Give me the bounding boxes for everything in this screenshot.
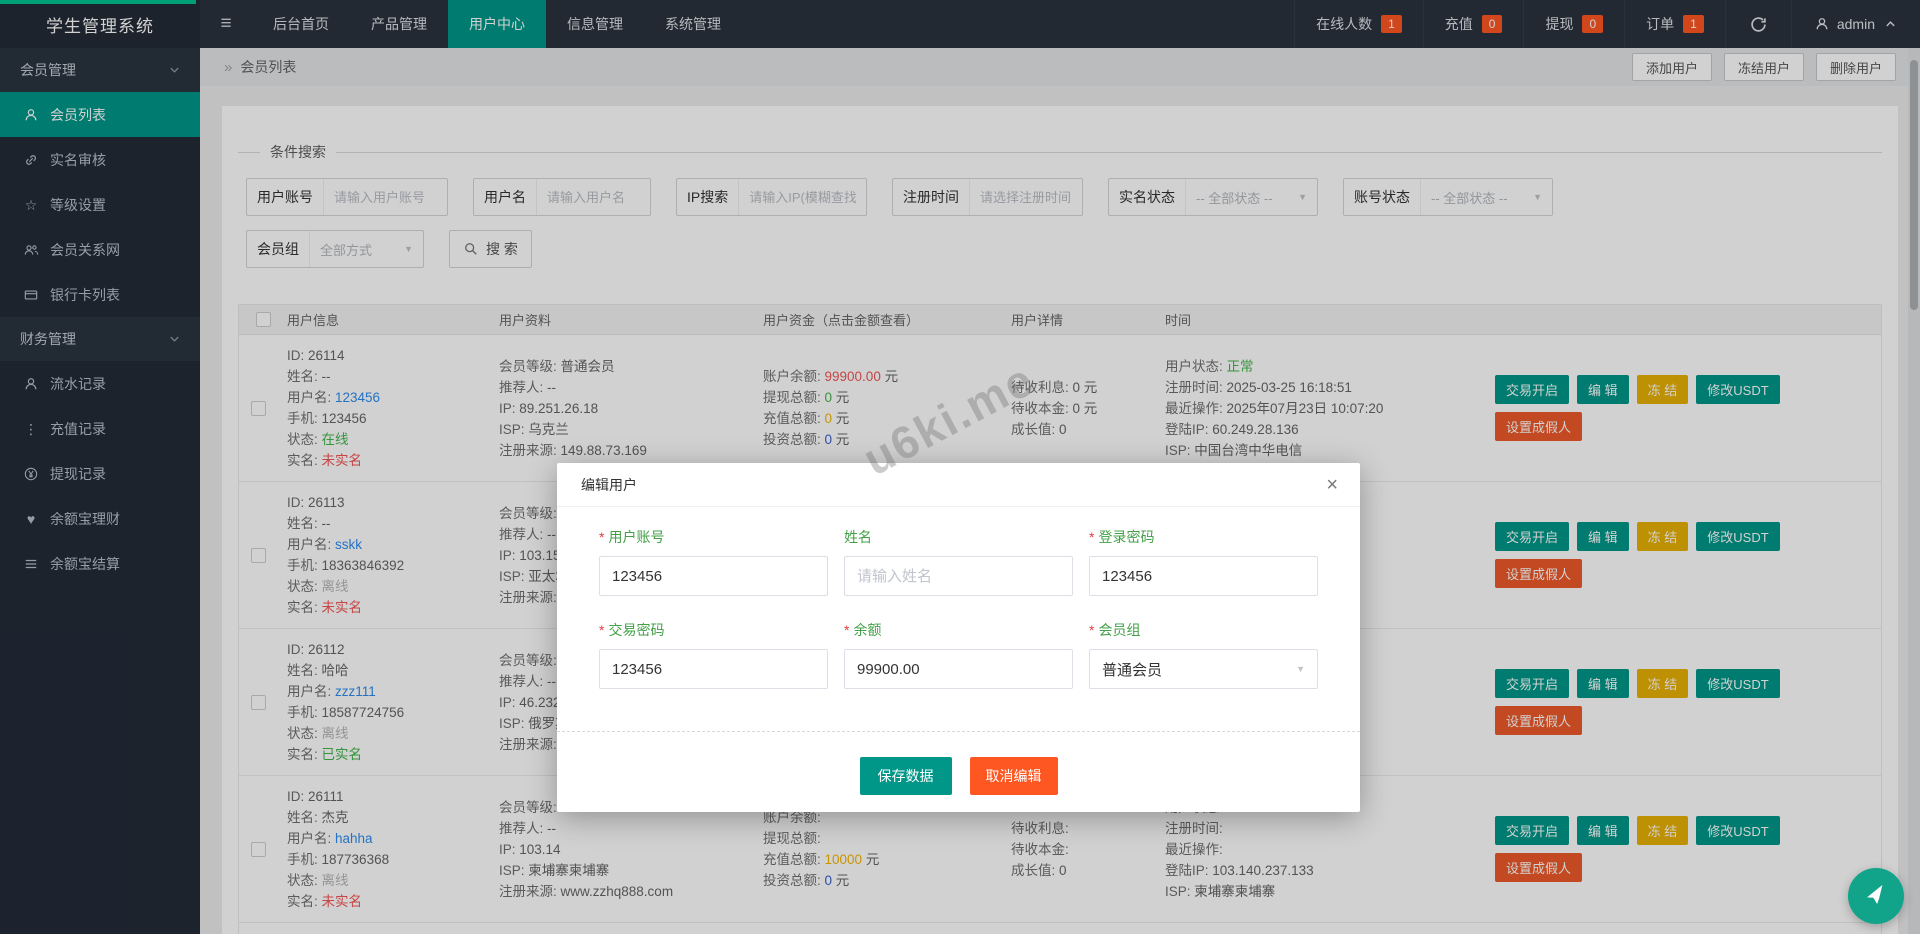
modal-body: *用户账号姓名*登录密码*交易密码*余额*会员组普通会员▼ bbox=[557, 507, 1360, 689]
required-asterisk: * bbox=[844, 622, 849, 638]
modal-field-label: 用户账号 bbox=[608, 529, 664, 545]
modal-field-labelrow: *会员组 bbox=[1089, 620, 1318, 640]
name-field[interactable] bbox=[844, 556, 1073, 596]
select-value: 普通会员 bbox=[1102, 659, 1162, 680]
modal-footer: 保存数据 取消编辑 bbox=[557, 732, 1360, 809]
save-button[interactable]: 保存数据 bbox=[860, 757, 952, 795]
modal-field-labelrow: *用户账号 bbox=[599, 527, 828, 547]
login-password-field[interactable] bbox=[1089, 556, 1318, 596]
modal-field-labelrow: *交易密码 bbox=[599, 620, 828, 640]
cancel-button[interactable]: 取消编辑 bbox=[970, 757, 1058, 795]
modal-field: *用户账号 bbox=[599, 527, 828, 596]
floating-action-button[interactable] bbox=[1848, 868, 1904, 924]
required-asterisk: * bbox=[599, 622, 604, 638]
balance-field[interactable] bbox=[844, 649, 1073, 689]
modal-field-labelrow: *登录密码 bbox=[1089, 527, 1318, 547]
modal-field: *登录密码 bbox=[1089, 527, 1318, 596]
member-group-select[interactable]: 普通会员 ▼ bbox=[1089, 649, 1318, 689]
modal-field-labelrow: *余额 bbox=[844, 620, 1073, 640]
modal-field-label: 会员组 bbox=[1098, 622, 1140, 638]
modal-field-label: 余额 bbox=[853, 622, 881, 638]
close-icon[interactable]: × bbox=[1326, 475, 1338, 495]
modal-title: 编辑用户 bbox=[581, 475, 637, 495]
required-asterisk: * bbox=[1089, 622, 1094, 638]
trade-password-field[interactable] bbox=[599, 649, 828, 689]
send-icon bbox=[1864, 884, 1888, 908]
modal-header: 编辑用户 × bbox=[557, 463, 1360, 507]
modal-field: 姓名 bbox=[844, 527, 1073, 596]
modal-field-label: 登录密码 bbox=[1098, 529, 1154, 545]
account-field[interactable] bbox=[599, 556, 828, 596]
required-asterisk: * bbox=[599, 529, 604, 545]
required-asterisk: * bbox=[1089, 529, 1094, 545]
modal-field: *会员组普通会员 ▼ bbox=[1089, 620, 1318, 689]
modal-field: *交易密码 bbox=[599, 620, 828, 689]
modal-field-label: 姓名 bbox=[844, 529, 872, 545]
modal-field: *余额 bbox=[844, 620, 1073, 689]
edit-user-modal: 编辑用户 × *用户账号姓名*登录密码*交易密码*余额*会员组普通会员▼ 保存数… bbox=[557, 463, 1360, 812]
caret-down-icon: ▼ bbox=[1296, 664, 1305, 674]
modal-field-labelrow: 姓名 bbox=[844, 527, 1073, 547]
modal-field-label: 交易密码 bbox=[608, 622, 664, 638]
